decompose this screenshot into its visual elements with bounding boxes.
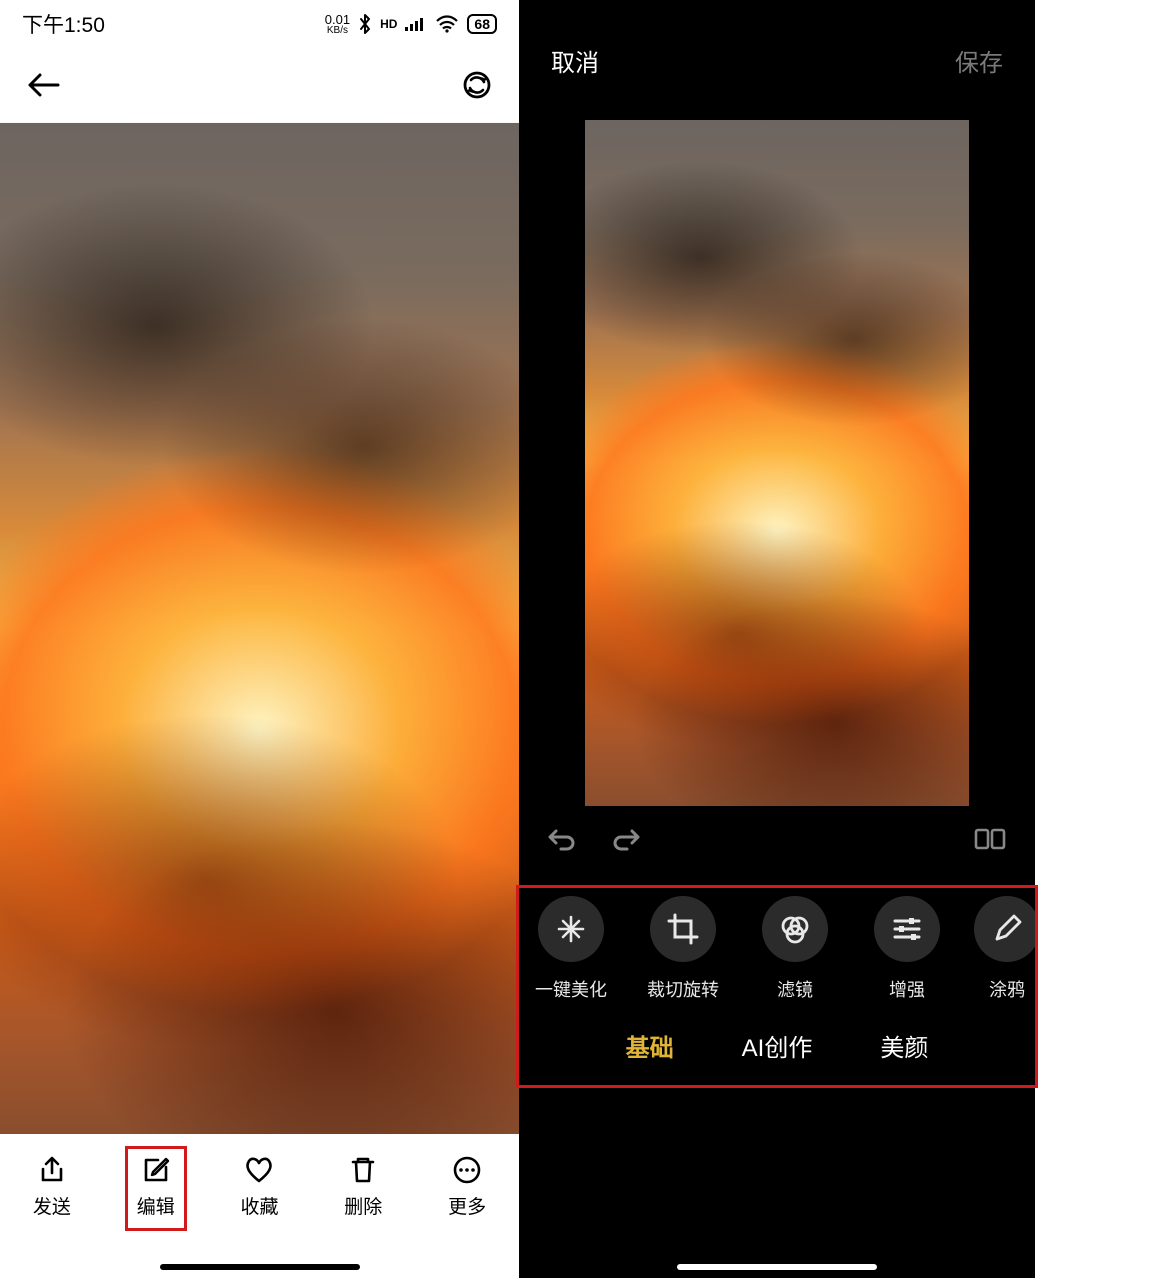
trash-icon [349, 1154, 377, 1186]
home-indicator[interactable] [160, 1264, 360, 1270]
tab-beauty[interactable]: 美颜 [880, 1028, 928, 1063]
edit-icon [141, 1154, 171, 1186]
sparkle-icon [538, 896, 604, 962]
editor-tools-highlight: 一键美化 裁切旋转 滤镜 [519, 888, 1035, 1085]
photo-preview[interactable] [0, 122, 519, 1134]
viewer-bottom-bar: 发送 编辑 收藏 删除 更多 [0, 1134, 519, 1278]
crop-label: 裁切旋转 [647, 976, 719, 1002]
compare-icon[interactable] [973, 825, 1007, 858]
tool-crop-rotate[interactable]: 裁切旋转 [641, 896, 725, 1002]
hd-label: HD [380, 17, 397, 31]
more-icon [452, 1154, 482, 1186]
editor-photo[interactable] [585, 120, 969, 806]
editor-canvas [519, 120, 1035, 806]
editor-appbar: 取消 保存 [519, 0, 1035, 120]
filter-icon [762, 896, 828, 962]
crop-icon [650, 896, 716, 962]
tool-filter[interactable]: 滤镜 [753, 896, 837, 1002]
more-button[interactable]: 更多 [438, 1148, 496, 1229]
status-right: 0.01 KB/s HD 68 [325, 13, 497, 36]
home-indicator[interactable] [677, 1264, 877, 1270]
edit-button[interactable]: 编辑 [127, 1148, 185, 1229]
pencil-icon [974, 896, 1035, 962]
tab-basic[interactable]: 基础 [626, 1028, 674, 1063]
filter-label: 滤镜 [777, 976, 813, 1002]
send-label: 发送 [33, 1192, 71, 1219]
signal-icon [405, 15, 427, 33]
battery-level: 68 [467, 14, 497, 34]
editor-tools-row[interactable]: 一键美化 裁切旋转 滤镜 [519, 888, 1035, 1002]
tool-one-click-beautify[interactable]: 一键美化 [529, 896, 613, 1002]
wifi-icon [435, 15, 459, 33]
doodle-label: 涂鸦 [989, 976, 1025, 1002]
delete-button[interactable]: 删除 [334, 1148, 392, 1229]
redo-icon[interactable] [611, 826, 641, 857]
share-icon [37, 1154, 67, 1186]
bluetooth-icon [358, 13, 372, 35]
beautify-label: 一键美化 [535, 976, 607, 1002]
save-button[interactable]: 保存 [955, 43, 1003, 78]
tool-enhance[interactable]: 增强 [865, 896, 949, 1002]
viewer-appbar [0, 48, 519, 122]
gallery-viewer-pane: 下午1:50 0.01 KB/s HD 68 [0, 0, 519, 1278]
sliders-icon [874, 896, 940, 962]
favorite-label: 收藏 [240, 1192, 278, 1219]
undo-redo-bar [519, 806, 1035, 876]
lens-switch-icon[interactable] [461, 69, 493, 101]
tab-ai[interactable]: AI创作 [742, 1028, 813, 1063]
editor-pane: 取消 保存 一键美化 [519, 0, 1035, 1278]
enhance-label: 增强 [889, 976, 925, 1002]
send-button[interactable]: 发送 [23, 1148, 81, 1229]
more-label: 更多 [448, 1192, 486, 1219]
editor-category-tabs: 基础 AI创作 美颜 [519, 1002, 1035, 1077]
status-bar: 下午1:50 0.01 KB/s HD 68 [0, 0, 519, 48]
cancel-button[interactable]: 取消 [551, 43, 599, 78]
network-speed: 0.01 KB/s [325, 13, 350, 36]
tool-doodle[interactable]: 涂鸦 [977, 896, 1035, 1002]
favorite-button[interactable]: 收藏 [230, 1148, 288, 1229]
back-icon[interactable] [26, 71, 60, 99]
delete-label: 删除 [344, 1192, 382, 1219]
heart-icon [243, 1154, 275, 1186]
status-time: 下午1:50 [22, 9, 105, 39]
undo-icon[interactable] [547, 826, 577, 857]
edit-label: 编辑 [137, 1192, 175, 1219]
